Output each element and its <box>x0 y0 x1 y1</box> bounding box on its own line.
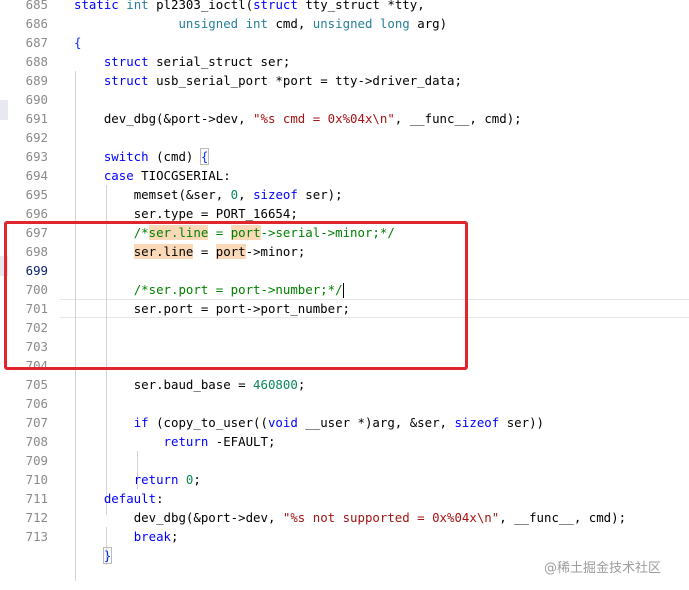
code-text: __user *)arg, &ser, <box>297 415 455 430</box>
annotation-highlight-box <box>4 221 468 370</box>
code-text: ; <box>193 472 201 487</box>
code-text: serial_struct ser; <box>156 54 291 69</box>
line-number: 691 <box>25 111 48 126</box>
keyword: default <box>103 491 157 506</box>
code-text: , __func__, cmd); <box>394 111 522 126</box>
code-text: ser); <box>297 187 343 202</box>
line-number: 712 <box>25 510 48 525</box>
code-line: dev_dbg(&port->dev, "%s cmd = 0x%04x\n",… <box>74 109 522 128</box>
line-number: 709 <box>25 453 48 468</box>
keyword: sizeof <box>253 187 298 202</box>
watermark: @稀土掘金技术社区 <box>544 561 662 576</box>
code-text: -EFAULT; <box>208 434 276 449</box>
code-line: ser.baud_base = 460800; <box>74 375 306 394</box>
code-line: if (copy_to_user((void __user *)arg, &se… <box>74 413 544 432</box>
keyword: void <box>267 415 298 430</box>
code-text: ser.type = PORT_16654; <box>133 206 298 221</box>
string: "%s not supported = 0x%04x\n" <box>282 510 500 525</box>
code-line: static int pl2303_ioctl(struct tty_struc… <box>74 0 425 14</box>
keyword: sizeof <box>454 415 500 430</box>
type: int <box>126 0 149 12</box>
code-line: dev_dbg(&port->dev, "%s not supported = … <box>74 508 626 527</box>
code-text: cmd, <box>275 16 306 31</box>
line-number: 708 <box>25 434 48 449</box>
strip-marker <box>0 100 8 120</box>
line-number: 685 <box>25 0 48 12</box>
type: int <box>245 16 268 31</box>
code-line: default: <box>74 489 164 508</box>
line-number: 690 <box>25 92 48 107</box>
code-line: break; <box>74 527 179 546</box>
code-text: dev_dbg(&port->dev, <box>133 510 283 525</box>
line-number: 713 <box>25 529 48 544</box>
line-number: 706 <box>25 396 48 411</box>
line-number: 694 <box>25 168 48 183</box>
code-text: (cmd) <box>156 149 194 164</box>
code-text: ; <box>297 377 306 392</box>
code-line: switch (cmd) { <box>74 147 210 166</box>
keyword: return <box>163 434 209 449</box>
type: long <box>379 16 410 31</box>
code-text: memset(&ser, <box>133 187 231 202</box>
keyword: break <box>133 529 171 544</box>
line-number: 705 <box>25 377 48 392</box>
keyword: static <box>74 0 119 12</box>
line-number: 686 <box>25 16 48 31</box>
code-text: arg) <box>417 16 448 31</box>
code-line: struct usb_serial_port *port = tty->driv… <box>74 71 462 90</box>
keyword: if <box>133 415 149 430</box>
keyword: return <box>133 472 179 487</box>
code-text: ser.baud_base = <box>133 377 254 392</box>
brace: { <box>199 148 210 165</box>
line-number: 707 <box>25 415 48 430</box>
line-number: 693 <box>25 149 48 164</box>
code-text: (copy_to_user(( <box>148 415 268 430</box>
code-line: struct serial_struct ser; <box>74 52 291 71</box>
number: 460800 <box>253 377 298 392</box>
brace: { <box>74 35 82 50</box>
line-number: 695 <box>25 187 48 202</box>
line-number: 687 <box>25 35 48 50</box>
line-number: 689 <box>25 73 48 88</box>
keyword: struct <box>253 0 298 12</box>
type: unsigned <box>178 16 239 31</box>
code-line: memset(&ser, 0, sizeof ser); <box>74 185 343 204</box>
line-number: 688 <box>25 54 48 69</box>
code-text: ser)) <box>499 415 544 430</box>
code-text: dev_dbg(&port->dev, <box>103 111 254 126</box>
code-text: : <box>156 491 164 506</box>
code-line: return -EFAULT; <box>74 432 276 451</box>
code-line: unsigned int cmd, unsigned long arg) <box>74 14 447 33</box>
keyword: case <box>103 168 134 183</box>
keyword: switch <box>103 149 149 164</box>
keyword: struct <box>103 54 149 69</box>
line-number: 710 <box>25 472 48 487</box>
function-name: pl2303_ioctl( <box>156 0 254 12</box>
brace: } <box>102 547 113 564</box>
code-text: tty_struct *tty, <box>305 0 425 12</box>
code-text: TIOCGSERIAL: <box>141 168 231 183</box>
code-line: { <box>74 33 81 52</box>
code-line: } <box>74 546 113 565</box>
keyword: struct <box>103 73 149 88</box>
code-text: ; <box>171 529 179 544</box>
type: unsigned <box>312 16 373 31</box>
code-text: , <box>238 187 254 202</box>
code-text: , __func__, cmd); <box>499 510 627 525</box>
line-number: 692 <box>25 130 48 145</box>
code-text: usb_serial_port *port = tty->driver_data… <box>156 73 462 88</box>
line-number: 711 <box>25 491 48 506</box>
string: "%s cmd = 0x%04x\n" <box>253 111 395 126</box>
code-line: case TIOCGSERIAL: <box>74 166 231 185</box>
code-line: return 0; <box>74 470 201 489</box>
